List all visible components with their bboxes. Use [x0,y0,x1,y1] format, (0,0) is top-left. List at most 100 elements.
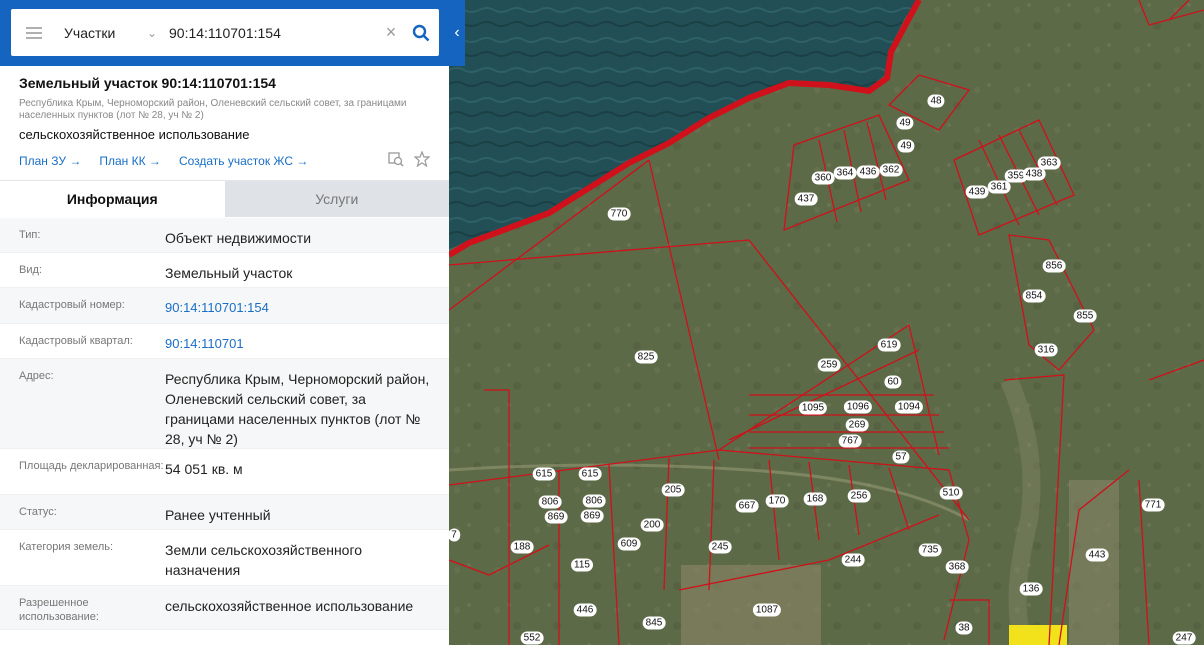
plot-label: 806 [582,494,606,508]
plot-label: 825 [634,350,658,364]
plot-label: 1087 [752,603,782,617]
plot-label: 855 [1073,309,1097,323]
tab-info[interactable]: Информация [0,181,225,217]
plot-label: 767 [838,434,862,448]
cadastral-map[interactable]: 48 49 49 360 364 436 362 437 770 439 361 359 438 363 8… [449,0,1204,645]
plot-label: 136 [1019,582,1043,596]
search-box: Участки ⌄ 90:14:110701:154 × [11,9,439,56]
plot-label: 446 [573,603,597,617]
plot-label: 1096 [843,400,873,414]
info-label: Вид: [19,264,42,276]
info-row: Тип: Объект недвижимости [0,218,449,253]
plot-label: 200 [640,518,664,532]
tab-services[interactable]: Услуги [224,181,449,217]
object-header: Земельный участок 90:14:110701:154 Респу… [0,66,449,170]
plot-label: 368 [945,560,969,574]
info-value-link[interactable]: 90:14:110701:154 [165,298,437,323]
plot-label: 854 [1022,289,1046,303]
info-label: Тип: [19,229,41,241]
plot-label: 244 [841,553,865,567]
info-label: Разрешенное использование: [19,597,99,623]
plot-label: 188 [510,540,534,554]
info-row: Кадастровый квартал: 90:14:110701 [0,324,449,359]
plot-label: 115 [571,558,593,572]
plot-label: 438 [1022,167,1046,181]
plot-label: 619 [877,338,901,352]
plot-label: 170 [765,494,789,508]
info-value: Ранее учтенный [165,507,271,523]
chevron-down-icon: ⌄ [146,25,157,40]
info-label: Площадь декларированная: [19,460,164,472]
plot-label: 771 [1141,498,1165,512]
menu-icon[interactable] [11,9,57,56]
plot-label: 856 [1042,259,1066,273]
plot-label: 360 [811,171,835,185]
search-input[interactable]: 90:14:110701:154 [165,25,379,41]
plot-label: 48 [927,94,945,108]
plot-label: 362 [879,163,903,177]
info-table: Тип: Объект недвижимости Вид: Земельный уча… [0,218,449,630]
plot-label: 510 [939,486,963,500]
plot-label: 552 [520,631,544,645]
plot-label: 49 [897,139,915,153]
star-icon[interactable] [413,150,431,170]
collapse-panel-icon[interactable]: ‹ [449,0,465,66]
plan-zu-link[interactable]: План ЗУ → [19,154,81,168]
plot-label: 869 [580,509,604,523]
info-value: сельскохозяйственное использование [165,598,414,614]
info-row: Адрес: Республика Крым, Черноморский райо… [0,359,449,449]
close-icon[interactable]: × [379,22,403,43]
plot-label: 269 [845,418,869,432]
info-value: Республика Крым, Черноморский район, Оле… [165,371,430,447]
object-title: Земельный участок 90:14:110701:154 [19,75,276,91]
info-panel: Земельный участок 90:14:110701:154 Респу… [0,0,449,645]
plot-label: 7 [449,528,460,542]
info-row: Категория земель: Земли сельскохозяйствен… [0,530,449,586]
info-label: Статус: [19,506,57,518]
layer-select[interactable]: Участки ⌄ [57,25,165,41]
create-plot-link[interactable]: Создать участок ЖС → [179,154,308,168]
plot-label: 168 [803,492,827,506]
info-label: Категория земель: [19,541,114,553]
info-label: Кадастровый номер: [19,299,125,311]
plot-label: 845 [642,616,666,630]
plot-label: 316 [1034,343,1058,357]
info-value-link[interactable]: 90:14:110701 [165,334,437,358]
layer-select-value: Участки [64,24,116,41]
plot-label: 1094 [894,400,924,414]
plot-label: 667 [735,499,759,513]
plan-kk-link[interactable]: План КК → [99,154,161,168]
object-links: План ЗУ → План КК → Создать участок ЖС → [19,150,431,170]
search-icon[interactable] [403,24,439,42]
info-value: Земли сельскохозяйственного назначения [165,542,363,578]
plot-label: 735 [918,543,942,557]
plot-label: 57 [892,450,910,464]
plot-label: 364 [833,166,857,180]
object-use: сельскохозяйственное использование [19,127,250,142]
object-address: Республика Крым, Черноморский район, Оле… [19,98,407,121]
zoom-to-icon[interactable] [388,151,404,170]
plot-label: 38 [955,621,973,635]
info-value: 54 051 кв. м [165,461,243,477]
plot-label: 245 [708,540,732,554]
info-label: Кадастровый квартал: [19,335,133,347]
info-row: Площадь декларированная: 54 051 кв. м [0,449,449,495]
info-label: Адрес: [19,370,54,382]
plot-label: 615 [532,467,556,481]
plot-label: 361 [987,180,1011,194]
plot-label: 256 [847,489,871,503]
search-bar: Участки ⌄ 90:14:110701:154 × [0,0,465,66]
plot-label: 439 [965,185,989,199]
plot-label: 770 [607,207,631,221]
info-row: Кадастровый номер: 90:14:110701:154 [0,288,449,324]
plot-label: 436 [856,165,880,179]
plot-label: 615 [578,467,602,481]
plot-label: 247 [1172,631,1196,645]
info-row: Вид: Земельный участок [0,253,449,288]
plot-label: 60 [884,375,902,389]
plot-label: 205 [661,483,685,497]
plot-label: 437 [794,192,818,206]
info-value: Земельный участок [165,265,293,281]
plot-label: 443 [1085,548,1109,562]
plot-label: 869 [544,510,568,524]
